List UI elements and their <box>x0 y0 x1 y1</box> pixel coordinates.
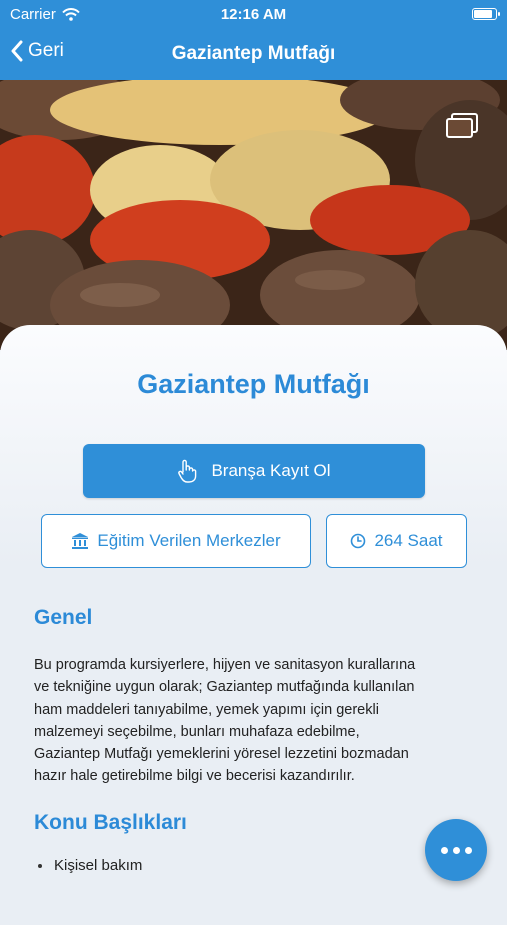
general-description: Bu programda kursiyerlere, hijyen ve san… <box>34 654 474 788</box>
nav-title: Gaziantep Mutfağı <box>171 43 336 64</box>
topics-heading: Konu Başlıkları <box>34 811 187 834</box>
hand-pointer-icon <box>178 459 197 483</box>
centers-label: Eğitim Verilen Merkezler <box>97 531 281 550</box>
description-line: malzemeyi seçebilme, bunları muhafaza ed… <box>34 723 360 740</box>
dot-icon <box>452 846 460 854</box>
dot-icon <box>464 846 472 854</box>
battery-icon <box>472 8 500 20</box>
hours-button[interactable]: 264 Saat <box>326 514 467 568</box>
dot-icon <box>440 846 448 854</box>
general-heading: Genel <box>34 606 93 629</box>
food-photo <box>0 80 507 350</box>
topics-list: Kişisel bakım <box>38 857 142 874</box>
gallery-icon[interactable] <box>445 112 479 140</box>
register-label: Branşa Kayıt Ol <box>211 461 331 480</box>
register-button[interactable]: Branşa Kayıt Ol <box>83 444 425 498</box>
navigation-bar: Geri Gaziantep Mutfağı <box>0 28 507 80</box>
centers-button[interactable]: Eğitim Verilen Merkezler <box>41 514 311 568</box>
institution-icon <box>72 533 89 549</box>
hero-image[interactable] <box>0 80 507 350</box>
list-item: Kişisel bakım <box>38 857 142 874</box>
status-time: 12:16 AM <box>220 6 287 23</box>
course-title: Gaziantep Mutfağı <box>137 369 370 399</box>
bullet-icon <box>38 863 42 868</box>
description-line: hazır hale getirebilme bilgi ve becerisi… <box>34 768 355 785</box>
status-bar: Carrier 12:16 AM <box>0 0 507 28</box>
clock-icon <box>351 533 366 549</box>
topic-label: Kişisel bakım <box>54 857 143 874</box>
description-line: ham maddeleri tanıyabilme, yemek yapımı … <box>34 701 379 718</box>
more-options-button[interactable] <box>425 819 487 881</box>
description-line: Bu programda kursiyerlere, hijyen ve san… <box>34 657 416 673</box>
description-line: ve tekniğine uygun olarak; Gaziantep mut… <box>34 679 415 696</box>
description-line: Gaziantep Mutfağı yemeklerini yöresel le… <box>34 746 409 763</box>
hours-label: 264 Saat <box>374 531 443 550</box>
